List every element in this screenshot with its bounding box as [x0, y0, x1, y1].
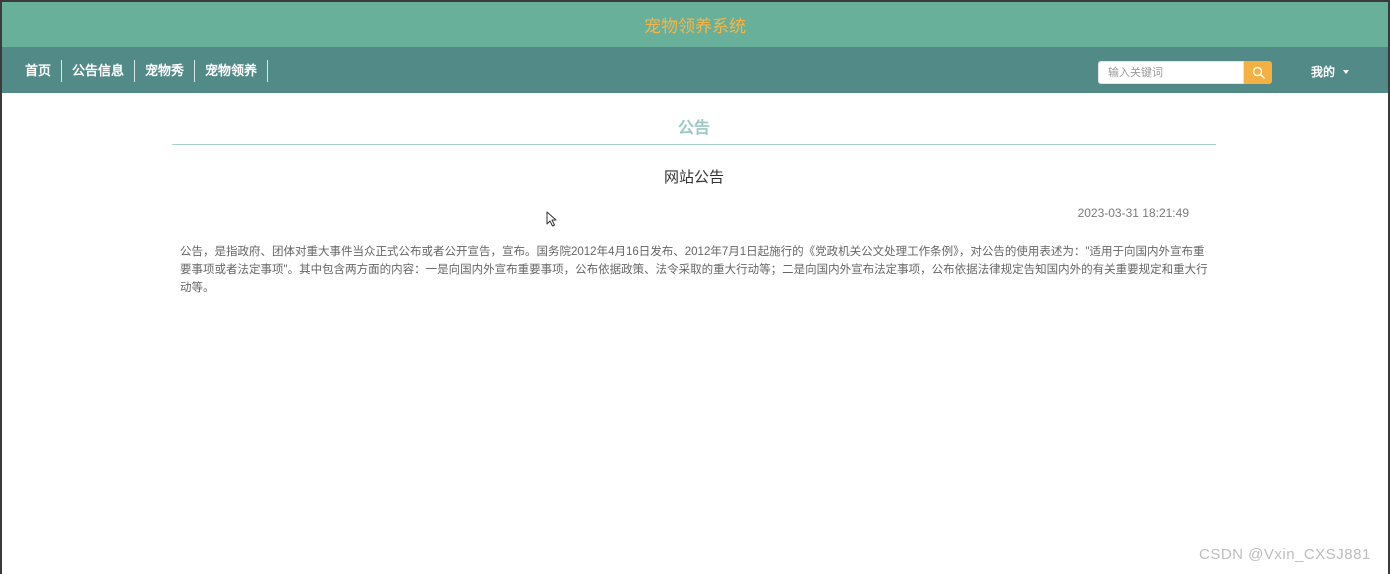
user-menu[interactable]: 我的	[1311, 63, 1350, 80]
site-title: 宠物领养系统	[644, 17, 746, 36]
nav-menu: 首页 公告信息 宠物秀 宠物领养	[15, 60, 269, 82]
search-input[interactable]	[1098, 61, 1244, 84]
watermark: CSDN @Vxin_CXSJ881	[1199, 546, 1371, 563]
section-divider	[172, 144, 1216, 145]
notice-body: 公告，是指政府、团体对重大事件当众正式公布或者公开宣告，宣布。国务院2012年4…	[180, 246, 1208, 294]
section-title: 公告	[677, 120, 710, 137]
site-banner: 宠物领养系统	[2, 2, 1388, 47]
notice-timestamp: 2023-03-31 18:21:49	[1077, 206, 1189, 220]
user-menu-label: 我的	[1311, 65, 1336, 79]
nav-item-notice-info[interactable]: 公告信息	[62, 60, 136, 82]
mouse-cursor-icon	[546, 211, 557, 227]
nav-item-pet-adoption[interactable]: 宠物领养	[195, 60, 269, 82]
search-icon	[1252, 66, 1265, 79]
notice-title: 网站公告	[663, 169, 724, 186]
chevron-down-icon	[1343, 69, 1350, 74]
nav-item-home[interactable]: 首页	[15, 60, 63, 82]
nav-bar: 首页 公告信息 宠物秀 宠物领养 我的	[2, 47, 1388, 93]
nav-item-pet-show[interactable]: 宠物秀	[135, 60, 196, 82]
search-button[interactable]	[1244, 61, 1272, 84]
